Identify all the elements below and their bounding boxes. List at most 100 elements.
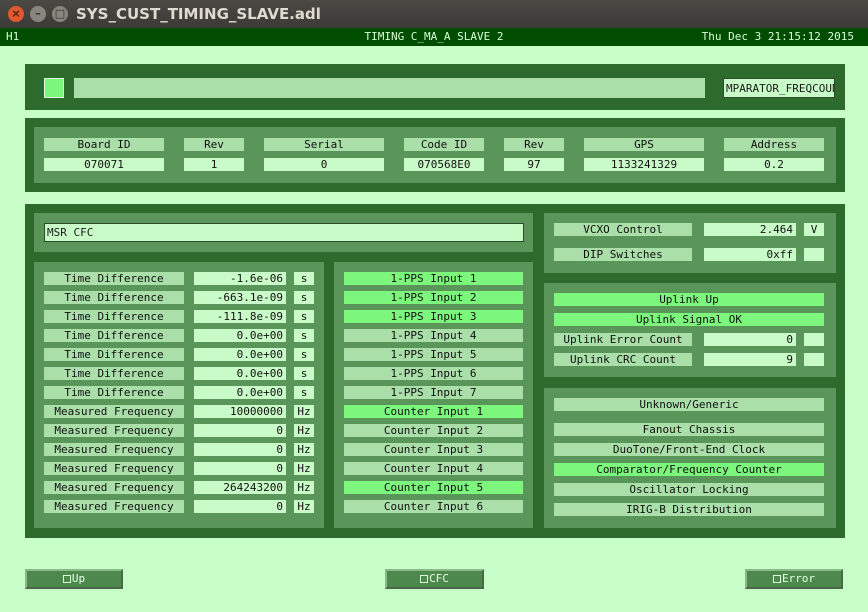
vcxo-value: 2.464: [704, 223, 796, 236]
info-value: 070568E0: [404, 158, 484, 171]
device-type-indicator: Fanout Chassis: [554, 423, 824, 436]
input-status-indicator: Counter Input 1: [344, 405, 523, 418]
measurement-value: -111.8e-09: [194, 310, 286, 323]
status-panel: MPARATOR_FREQCOUNTI: [25, 64, 845, 110]
measurement-value: 0.0e+00: [194, 367, 286, 380]
timestamp: Thu Dec 3 21:15:12 2015: [701, 30, 854, 43]
measurements-panel: Time Difference -1.6e-06 s Time Difference -…: [34, 262, 324, 528]
uplink-crc-label: Uplink CRC Count: [554, 353, 692, 366]
measurement-unit: Hz: [294, 481, 314, 494]
input-status-indicator: Counter Input 3: [344, 443, 523, 456]
info-value: 0.2: [724, 158, 824, 171]
uplink-up-indicator: Uplink Up: [554, 293, 824, 306]
input-status-indicator: Counter Input 6: [344, 500, 523, 513]
info-value: 1: [184, 158, 244, 171]
dip-unit: [804, 248, 824, 261]
measurement-value: 0.0e+00: [194, 329, 286, 342]
measurement-unit: s: [294, 291, 314, 304]
window-title: SYS_CUST_TIMING_SLAVE.adl: [76, 5, 321, 23]
measurement-value: -1.6e-06: [194, 272, 286, 285]
measurement-value: 0.0e+00: [194, 386, 286, 399]
measurement-value: 0.0e+00: [194, 348, 286, 361]
uplink-panel: Uplink Up Uplink Signal OK Uplink Error …: [544, 283, 836, 377]
info-header: Address: [724, 138, 824, 151]
measurement-value: -663.1e-09: [194, 291, 286, 304]
measurement-label: Time Difference: [44, 291, 184, 304]
measurement-label: Time Difference: [44, 367, 184, 380]
input-status-indicator: 1-PPS Input 7: [344, 386, 523, 399]
measurement-value: 0: [194, 424, 286, 437]
measurement-label: Time Difference: [44, 329, 184, 342]
measurement-unit: s: [294, 348, 314, 361]
msr-field[interactable]: MSR CFC: [44, 223, 524, 242]
cfc-button-label: CFC: [429, 572, 449, 585]
input-status-indicator: 1-PPS Input 2: [344, 291, 523, 304]
info-value: 1133241329: [584, 158, 704, 171]
device-type-indicator: IRIG-B Distribution: [554, 503, 824, 516]
board-info-panel: Board ID 070071 Rev 1 Serial 0 Code ID 070568E0…: [25, 118, 845, 192]
close-window-button[interactable]: ×: [8, 6, 24, 22]
info-header: Serial: [264, 138, 384, 151]
measurement-label: Time Difference: [44, 386, 184, 399]
info-header: Rev: [184, 138, 244, 151]
input-status-indicator: 1-PPS Input 1: [344, 272, 523, 285]
measurement-label: Measured Frequency: [44, 481, 184, 494]
up-button[interactable]: Up: [25, 569, 123, 589]
status-indicator: [44, 78, 64, 98]
board-info-inner: Board ID 070071 Rev 1 Serial 0 Code ID 070568E0…: [34, 127, 836, 183]
info-header: Board ID: [44, 138, 164, 151]
info-value: 0: [264, 158, 384, 171]
device-type-indicator: Comparator/Frequency Counter: [554, 463, 824, 476]
info-value: 070071: [44, 158, 164, 171]
measurement-unit: s: [294, 310, 314, 323]
info-value: 97: [504, 158, 564, 171]
header-strip: H1 TIMING C_MA_A SLAVE 2 Thu Dec 3 21:15…: [0, 28, 868, 46]
window-title-bar: × – □ SYS_CUST_TIMING_SLAVE.adl: [0, 0, 868, 28]
measurement-value: 0: [194, 443, 286, 456]
error-button-label: Error: [781, 572, 816, 585]
error-button[interactable]: Error: [745, 569, 843, 589]
input-status-indicator: Counter Input 5: [344, 481, 523, 494]
vcxo-panel: VCXO Control 2.464 V DIP Switches 0xff: [544, 213, 836, 273]
dip-value: 0xff: [704, 248, 796, 261]
vcxo-label: VCXO Control: [554, 223, 692, 236]
maximize-window-button[interactable]: □: [52, 6, 68, 22]
measurement-unit: s: [294, 386, 314, 399]
cfc-button[interactable]: CFC: [385, 569, 484, 589]
inputs-panel: 1-PPS Input 1 1-PPS Input 2 1-PPS Input 3 1…: [334, 262, 533, 528]
uplink-crc-unit: [804, 353, 824, 366]
measurement-unit: Hz: [294, 405, 314, 418]
measurement-unit: Hz: [294, 443, 314, 456]
measurement-unit: s: [294, 367, 314, 380]
uplink-error-value: 0: [704, 333, 796, 346]
device-type-indicator: Unknown/Generic: [554, 398, 824, 411]
input-status-indicator: Counter Input 2: [344, 424, 523, 437]
measurement-label: Measured Frequency: [44, 500, 184, 513]
measurement-label: Measured Frequency: [44, 424, 184, 437]
dip-label: DIP Switches: [554, 248, 692, 261]
measurement-unit: Hz: [294, 462, 314, 475]
input-status-indicator: 1-PPS Input 5: [344, 348, 523, 361]
uplink-error-label: Uplink Error Count: [554, 333, 692, 346]
input-status-indicator: Counter Input 4: [344, 462, 523, 475]
measurement-value: 0: [194, 462, 286, 475]
up-button-label: Up: [71, 572, 86, 585]
uplink-crc-value: 9: [704, 353, 796, 366]
status-bar: [74, 78, 705, 98]
info-header: GPS: [584, 138, 704, 151]
device-type-indicator: Oscillator Locking: [554, 483, 824, 496]
device-type-label: MPARATOR_FREQCOUNTI: [723, 78, 835, 98]
measurement-unit: s: [294, 329, 314, 342]
minimize-window-button[interactable]: –: [30, 6, 46, 22]
measurement-label: Time Difference: [44, 272, 184, 285]
vcxo-unit: V: [804, 223, 824, 236]
device-type-panel: Unknown/Generic Fanout Chassis DuoTone/Fro…: [544, 388, 836, 528]
measurement-label: Measured Frequency: [44, 443, 184, 456]
measurement-label: Measured Frequency: [44, 462, 184, 475]
msr-panel: MSR CFC: [34, 213, 533, 252]
related-display-icon: [772, 575, 781, 583]
measurement-unit: s: [294, 272, 314, 285]
info-header: Rev: [504, 138, 564, 151]
uplink-signal-indicator: Uplink Signal OK: [554, 313, 824, 326]
measurement-unit: Hz: [294, 424, 314, 437]
